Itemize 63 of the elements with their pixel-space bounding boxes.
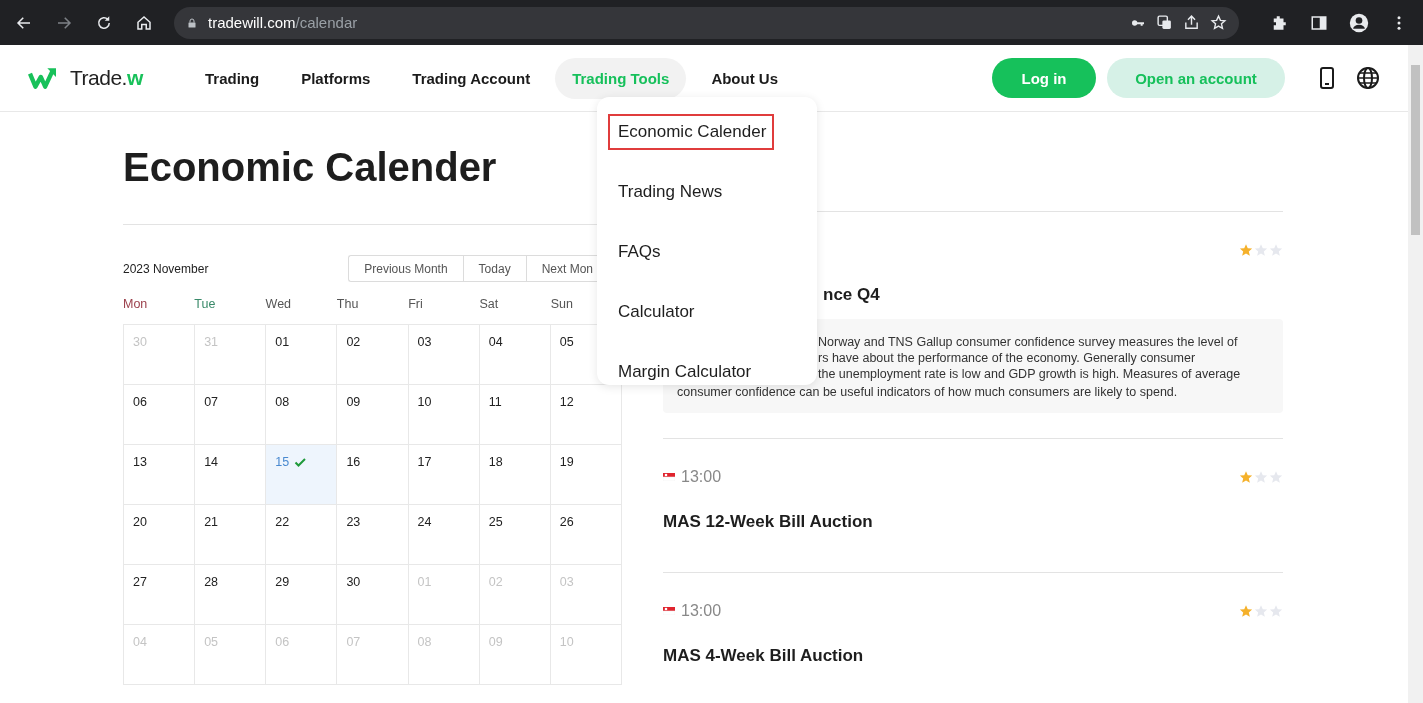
day-cell[interactable]: 13 (124, 444, 196, 505)
weekday-label: Fri (408, 296, 423, 311)
menu-item[interactable]: Economic Calender (608, 114, 775, 150)
menu-item[interactable]: Trading News (608, 174, 731, 210)
event-time: 13:00 (681, 602, 722, 620)
event-title[interactable]: MAS 12-Week Bill Auction (663, 512, 873, 532)
day-cell[interactable]: 25 (479, 504, 551, 565)
logo-text: Trade.w (70, 66, 143, 90)
day-cell[interactable]: 04 (479, 324, 551, 385)
weekday-label: Sun (550, 296, 573, 311)
flag-icon (663, 607, 675, 615)
nav-link[interactable]: About Us (694, 57, 796, 99)
translate-icon[interactable] (1156, 14, 1173, 31)
day-cell[interactable]: 23 (337, 504, 409, 565)
weekday-label: Tue (194, 296, 216, 311)
bookmark-star-icon[interactable] (1210, 14, 1227, 31)
day-cell[interactable]: 11 (479, 384, 551, 445)
nav-link[interactable]: Trading Account (395, 57, 548, 99)
day-cell[interactable]: 08 (266, 384, 338, 445)
day-cell[interactable]: 26 (550, 504, 622, 565)
day-cell[interactable]: 22 (266, 504, 338, 565)
day-cell[interactable]: 02 (337, 324, 409, 385)
day-cell[interactable]: 06 (124, 384, 196, 445)
nav-link[interactable]: Platforms (284, 57, 388, 99)
day-cell[interactable]: 21 (195, 504, 267, 565)
day-cell[interactable]: 10 (408, 384, 480, 445)
day-cell[interactable]: 20 (124, 504, 196, 565)
home-icon[interactable] (135, 13, 153, 32)
scrollbar-thumb[interactable] (1411, 65, 1420, 235)
day-cell[interactable]: 18 (479, 444, 551, 505)
day-cell[interactable]: 09 (337, 384, 409, 445)
weekday-label: Wed (265, 296, 292, 311)
check-icon (293, 455, 308, 468)
nav-link[interactable]: Trading (188, 57, 277, 99)
weekday-label: Sat (479, 296, 499, 311)
lock-icon (186, 15, 198, 30)
day-cell[interactable]: 01 (266, 324, 338, 385)
day-cell[interactable]: 27 (124, 564, 196, 625)
day-cell[interactable]: 30 (337, 564, 409, 625)
url-text: tradewill.com/calendar (208, 14, 358, 31)
day-cell[interactable]: 07 (195, 384, 267, 445)
event-title[interactable]: MAS 4-Week Bill Auction (663, 646, 864, 666)
day-cell[interactable]: 03 (408, 324, 480, 385)
globe-icon[interactable] (1356, 66, 1380, 90)
event-time: 13:00 (681, 468, 722, 486)
month-label: 2023 November (123, 261, 209, 276)
day-cell[interactable]: 19 (550, 444, 622, 505)
day-cell[interactable]: 16 (337, 444, 409, 505)
weekday-label: Mon (123, 296, 148, 311)
share-icon[interactable] (1183, 14, 1200, 31)
address-bar[interactable]: tradewill.com/calendar (174, 6, 1239, 39)
profile-icon[interactable] (1349, 12, 1369, 33)
day-cell[interactable]: 29 (266, 564, 338, 625)
flag-icon (663, 473, 675, 481)
day-cell[interactable]: 28 (195, 564, 267, 625)
side-panel-icon[interactable] (1310, 13, 1328, 32)
menu-item[interactable]: FAQs (608, 234, 669, 270)
day-cell[interactable]: 17 (408, 444, 480, 505)
day-cell[interactable]: 24 (408, 504, 480, 565)
event-title[interactable]: nce Q4 (823, 285, 880, 305)
month-nav-button[interactable]: Today (462, 256, 526, 281)
month-nav-button[interactable]: Previous Month (349, 256, 463, 281)
weekday-label: Thu (336, 296, 359, 311)
